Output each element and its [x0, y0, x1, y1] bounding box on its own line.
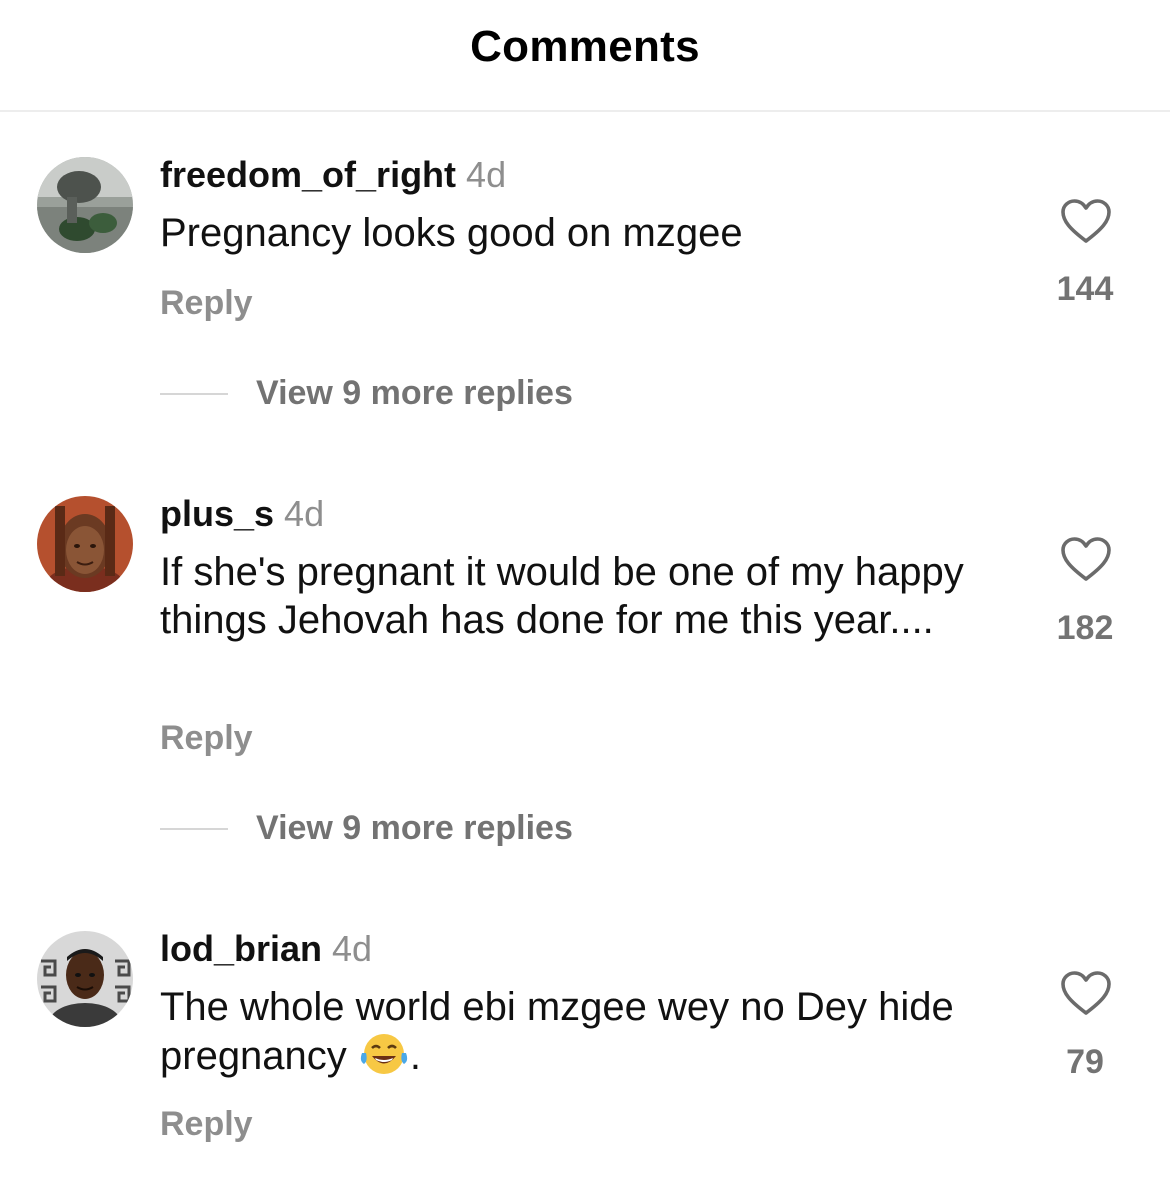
comment-text: The whole world ebi mzgee wey no Dey hid… [160, 983, 1020, 1080]
comment-text-body: The whole world ebi mzgee wey no Dey hid… [160, 985, 954, 1078]
avatar[interactable] [37, 931, 133, 1027]
comment-text-suffix: . [409, 1034, 422, 1078]
heart-outline-icon [1061, 971, 1111, 1015]
timestamp: 4d [332, 928, 373, 969]
page-title: Comments [470, 22, 700, 71]
heart-outline-icon [1061, 199, 1111, 243]
reply-button[interactable]: Reply [160, 284, 253, 323]
like-button[interactable] [1046, 536, 1126, 582]
comment-meta: plus_s 4d [160, 494, 324, 534]
username[interactable]: plus_s [160, 493, 274, 534]
username[interactable]: lod_brian [160, 928, 322, 969]
avatar[interactable] [37, 496, 133, 592]
heart-outline-icon [1061, 537, 1111, 581]
divider-line [160, 827, 228, 830]
comment-meta: lod_brian 4d [160, 929, 372, 969]
divider-line [160, 392, 228, 395]
like-count: 144 [1056, 270, 1114, 308]
comment-meta: freedom_of_right 4d [160, 155, 506, 195]
comment-text: Pregnancy looks good on mzgee [160, 211, 743, 255]
like-count: 182 [1056, 609, 1114, 647]
timestamp: 4d [466, 154, 507, 195]
view-more-label: View 9 more replies [256, 809, 573, 847]
reply-button[interactable]: Reply [160, 1105, 253, 1144]
view-more-replies-button[interactable]: View 9 more replies [160, 374, 573, 413]
like-button[interactable] [1046, 198, 1126, 244]
tears-of-joy-emoji-icon [358, 1031, 410, 1077]
like-button[interactable] [1046, 970, 1126, 1016]
username[interactable]: freedom_of_right [160, 154, 456, 195]
view-more-replies-button[interactable]: View 9 more replies [160, 809, 573, 848]
reply-button[interactable]: Reply [160, 719, 253, 758]
timestamp: 4d [284, 493, 325, 534]
comments-header: Comments [0, 0, 1170, 112]
view-more-label: View 9 more replies [256, 374, 573, 412]
like-count: 79 [1066, 1043, 1104, 1081]
comment-text: If she's pregnant it would be one of my … [160, 550, 964, 642]
avatar[interactable] [37, 157, 133, 253]
